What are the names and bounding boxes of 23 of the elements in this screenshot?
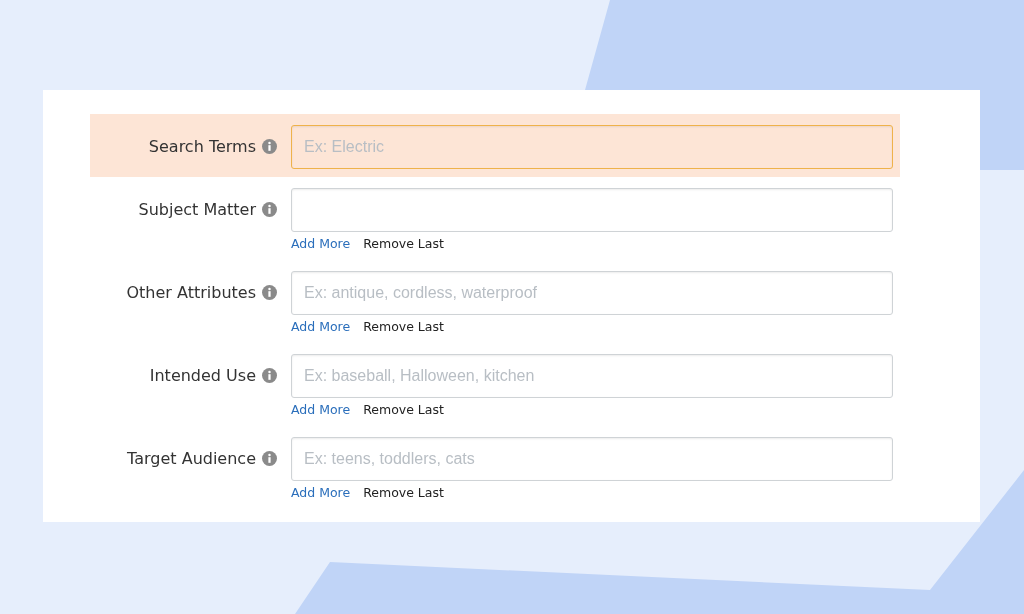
field-label: Other Attributes [126, 281, 256, 304]
add-more-link[interactable]: Add More [291, 236, 351, 252]
text-input[interactable]: Ex: baseball, Halloween, kitchen [291, 354, 893, 398]
info-icon[interactable] [262, 451, 277, 466]
remove-last-link[interactable]: Remove Last [363, 319, 444, 335]
remove-last-link[interactable]: Remove Last [363, 485, 444, 501]
text-input[interactable]: Ex: Electric [291, 125, 893, 169]
text-input[interactable]: Ex: teens, toddlers, cats [291, 437, 893, 481]
info-icon[interactable] [262, 285, 277, 300]
text-input[interactable]: Ex: antique, cordless, waterproof [291, 271, 893, 315]
field-label: Intended Use [149, 364, 256, 387]
info-icon[interactable] [262, 368, 277, 383]
text-input[interactable] [291, 188, 893, 232]
info-icon[interactable] [262, 139, 277, 154]
add-more-link[interactable]: Add More [291, 319, 351, 335]
info-icon[interactable] [262, 202, 277, 217]
add-more-link[interactable]: Add More [291, 402, 351, 418]
add-more-link[interactable]: Add More [291, 485, 351, 501]
field-label: Search Terms [148, 135, 256, 158]
field-label: Subject Matter [138, 198, 256, 221]
remove-last-link[interactable]: Remove Last [363, 236, 444, 252]
remove-last-link[interactable]: Remove Last [363, 402, 444, 418]
field-label: Target Audience [127, 447, 256, 470]
